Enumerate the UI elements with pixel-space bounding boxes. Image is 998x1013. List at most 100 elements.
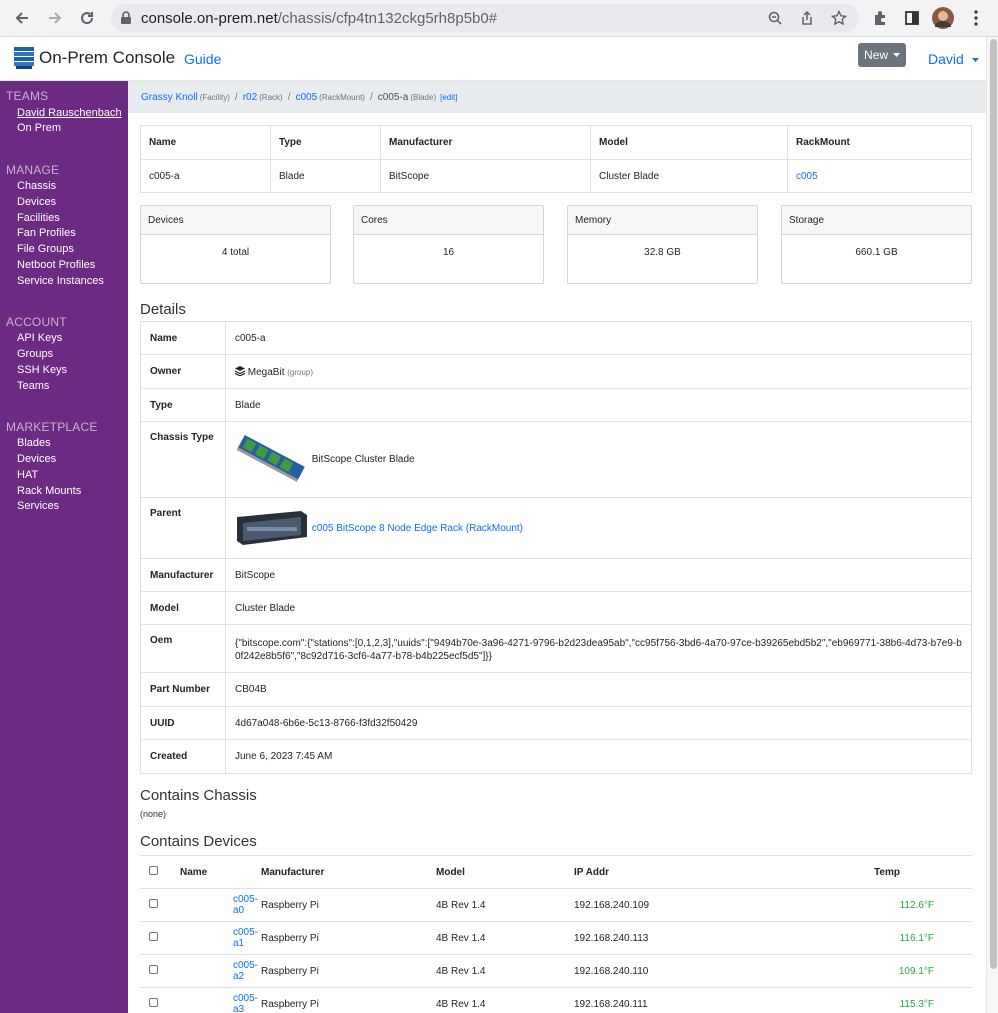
sidebar-item-rack-mounts[interactable]: Rack Mounts [17, 485, 81, 497]
sidebar-item-hat[interactable]: HAT [17, 469, 38, 481]
device-manufacturer: Raspberry Pi [261, 921, 436, 955]
device-name-cell: c005-a2 [180, 954, 261, 988]
user-menu[interactable]: David [928, 51, 979, 67]
column-header: IP Addr [574, 855, 768, 889]
owner-type: (group) [287, 367, 314, 377]
sidepanel-icon[interactable] [901, 7, 923, 29]
table-row: c005-a2 Raspberry Pi 4B Rev 1.4 192.168.… [140, 954, 972, 988]
sidebar-heading-manage: MANAGE [6, 163, 60, 177]
breadcrumb-rack[interactable]: r02 [243, 92, 257, 103]
sidebar-item-groups[interactable]: Groups [17, 348, 53, 360]
back-icon[interactable] [11, 7, 33, 29]
breadcrumb-separator: / [234, 91, 238, 103]
table-row: Type Blade [140, 388, 972, 422]
storage-card: Storage 660.1 GB [781, 205, 972, 284]
sidebar-item-team-david[interactable]: David Rauschenbach [17, 107, 122, 119]
brand[interactable]: On-Prem Console [14, 47, 175, 69]
breadcrumb-facility-type: (Facility) [199, 92, 230, 102]
sidebar-item-market-devices[interactable]: Devices [17, 453, 56, 465]
breadcrumb-facility[interactable]: Grassy Knoll [141, 92, 198, 103]
sidebar-item-chassis[interactable]: Chassis [17, 180, 56, 192]
menu-dots-icon[interactable] [965, 7, 987, 29]
sidebar-item-blades[interactable]: Blades [17, 437, 51, 449]
scrollbar-thumb[interactable] [990, 39, 997, 969]
forward-icon[interactable] [44, 7, 66, 29]
table-row: Parent c005 BitScope 8 Node Edge Rack (R… [140, 497, 972, 559]
detail-oem: {"bitscope.com":{"stations":[0,1,2,3],"u… [225, 624, 972, 673]
devices-card: Devices 4 total [140, 205, 331, 284]
device-ip: 192.168.240.113 [574, 921, 768, 955]
table-row: Model Cluster Blade [140, 591, 972, 625]
row-select-cell [140, 888, 180, 922]
sidebar-item-netboot-profiles[interactable]: Netboot Profiles [17, 259, 95, 271]
device-ip: 192.168.240.111 [574, 987, 768, 1013]
device-temp: 112.6°F [768, 888, 972, 922]
caret-down-icon [893, 53, 900, 57]
sidebar-item-team-onprem[interactable]: On Prem [17, 122, 61, 134]
star-icon[interactable] [830, 9, 848, 31]
sidebar-item-teams[interactable]: Teams [17, 380, 49, 392]
contains-chassis-empty: (none) [140, 809, 167, 819]
device-link[interactable]: c005-a2 [233, 960, 258, 982]
device-link[interactable]: c005-a0 [233, 894, 258, 916]
new-button[interactable]: New [858, 43, 906, 67]
detail-label: Parent [140, 497, 226, 559]
share-icon[interactable] [799, 10, 815, 31]
breadcrumb-current-type: (Blade) [410, 92, 437, 102]
device-temp: 115.3°F [768, 987, 972, 1013]
rackmount-link[interactable]: c005 [796, 171, 818, 182]
table-row: Part Number CB04B [140, 672, 972, 707]
cell-manufacturer: BitScope [380, 159, 591, 193]
cell-type: Blade [270, 159, 381, 193]
row-checkbox[interactable] [149, 998, 158, 1007]
sidebar-heading-teams: TEAMS [6, 89, 49, 103]
sidebar-item-facilities[interactable]: Facilities [17, 212, 60, 224]
device-manufacturer: Raspberry Pi [261, 954, 436, 988]
device-temp: 109.1°F [768, 954, 972, 988]
select-all-cell [140, 855, 180, 889]
app-navbar: On-Prem Console Guide New David [0, 37, 998, 81]
column-header: Name [180, 855, 261, 889]
page-scrollbar[interactable] [986, 37, 998, 1013]
card-title: Storage [782, 206, 971, 235]
select-all-checkbox[interactable] [149, 866, 158, 875]
profile-avatar[interactable] [932, 7, 954, 29]
address-bar[interactable]: console.on-prem.net/chassis/cfp4tn132ckg… [111, 4, 859, 32]
breadcrumb-rackmount[interactable]: c005 [295, 92, 317, 103]
sidebar-item-service-instances[interactable]: Service Instances [17, 275, 104, 287]
sidebar-item-services[interactable]: Services [17, 500, 59, 512]
contains-devices-title: Contains Devices [140, 833, 257, 850]
table-row: Oem {"bitscope.com":{"stations":[0,1,2,3… [140, 624, 972, 673]
row-checkbox[interactable] [149, 965, 158, 974]
detail-part-number: CB04B [225, 672, 972, 707]
detail-parent: c005 BitScope 8 Node Edge Rack (RackMoun… [225, 497, 972, 559]
column-header: Model [436, 855, 574, 889]
extensions-icon[interactable] [869, 7, 891, 29]
sidebar-item-api-keys[interactable]: API Keys [17, 332, 62, 344]
device-name-cell: c005-a3 [180, 987, 261, 1013]
sidebar-item-ssh-keys[interactable]: SSH Keys [17, 364, 67, 376]
device-link[interactable]: c005-a1 [233, 927, 258, 949]
device-link[interactable]: c005-a3 [233, 993, 258, 1013]
sidebar-item-devices[interactable]: Devices [17, 196, 56, 208]
row-select-cell [140, 921, 180, 955]
sidebar-item-file-groups[interactable]: File Groups [17, 243, 74, 255]
device-name-cell: c005-a0 [180, 888, 261, 922]
detail-chassis-type: BitScope Cluster Blade [225, 421, 972, 498]
column-header: Type [270, 125, 381, 160]
user-name: David [928, 51, 964, 67]
devices-table: Name Manufacturer Model IP Addr Temp c00… [140, 855, 972, 1013]
reload-icon[interactable] [76, 7, 98, 29]
breadcrumb-separator: / [287, 91, 291, 103]
parent-link[interactable]: c005 BitScope 8 Node Edge Rack (RackMoun… [312, 523, 523, 534]
guide-link[interactable]: Guide [184, 51, 221, 67]
details-title: Details [140, 301, 186, 318]
row-checkbox[interactable] [149, 899, 158, 908]
sidebar-heading-marketplace: MARKETPLACE [6, 420, 98, 434]
zoom-icon[interactable] [767, 10, 783, 31]
row-checkbox[interactable] [149, 932, 158, 941]
sidebar-item-fan-profiles[interactable]: Fan Profiles [17, 227, 76, 239]
edit-link[interactable]: [edit] [440, 93, 457, 102]
detail-label: Model [140, 591, 226, 625]
breadcrumb-rack-type: (Rack) [259, 92, 283, 102]
